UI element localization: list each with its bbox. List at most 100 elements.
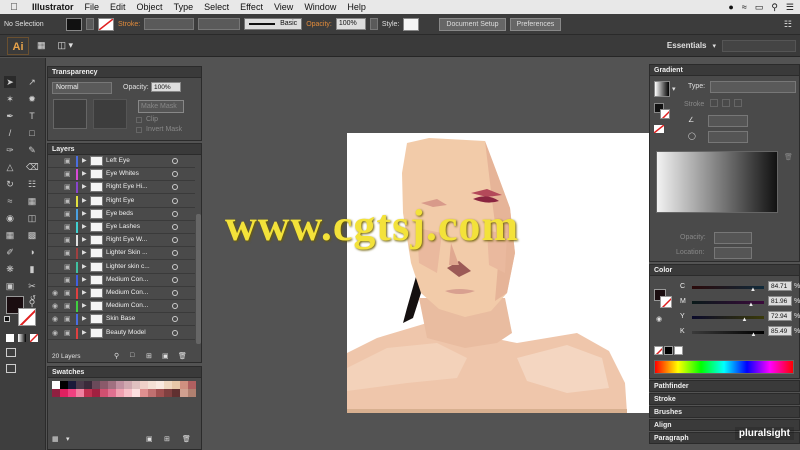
swatch-cell[interactable] (52, 389, 60, 397)
white-color-chip[interactable] (674, 346, 683, 355)
swatch-cell[interactable] (140, 381, 148, 389)
layer-target-icon[interactable] (172, 171, 178, 178)
expand-triangle-icon[interactable]: ▶ (82, 197, 87, 204)
slider-thumb-icon[interactable]: ▲ (748, 302, 754, 308)
layer-row[interactable]: ▣ ▶ Left Eye (48, 155, 195, 168)
stroke-gradient-option-3[interactable] (734, 99, 742, 107)
none-mode-icon[interactable] (30, 334, 38, 342)
draw-mode-icon[interactable] (6, 348, 16, 357)
swatch-cell[interactable] (164, 389, 172, 397)
swatch-cell[interactable] (172, 389, 180, 397)
swatch-cell[interactable] (84, 381, 92, 389)
none-color-chip[interactable] (654, 346, 663, 355)
swatch-cell[interactable] (156, 389, 164, 397)
stroke-gradient-option-2[interactable] (722, 99, 730, 107)
slice-tool-icon[interactable]: ✂ (26, 280, 38, 292)
rotate-tool-icon[interactable]: ↻ (4, 178, 16, 190)
lock-icon[interactable]: ▣ (64, 302, 71, 310)
apple-icon[interactable]:  (8, 2, 20, 13)
gradient-tool-icon[interactable]: ▩ (26, 229, 38, 241)
new-sublayer-icon[interactable]: ⊞ (146, 352, 152, 360)
layer-target-icon[interactable] (172, 237, 178, 244)
layer-name[interactable]: Medium Con... (106, 276, 148, 283)
slider-thumb-icon[interactable]: ▲ (742, 317, 748, 323)
lock-icon[interactable]: ▣ (64, 210, 71, 218)
layer-row[interactable]: ▣ ▶ Medium Con... (48, 273, 195, 287)
channel-value-field[interactable]: 85.49 (768, 326, 792, 336)
layer-row[interactable]: ▣ ▶ Right Eye Hi... (48, 181, 195, 195)
expand-triangle-icon[interactable]: ▶ (82, 210, 87, 217)
swatch-cell[interactable] (116, 389, 124, 397)
gradient-aspect-field[interactable] (708, 131, 748, 143)
mesh-tool-icon[interactable]: ▦ (4, 229, 16, 241)
visibility-eye-icon[interactable]: ◉ (52, 289, 58, 297)
transparency-opacity-field[interactable]: 100% (151, 82, 181, 92)
layer-name[interactable]: Left Eye (106, 157, 130, 164)
menu-view[interactable]: View (274, 2, 293, 12)
layer-target-icon[interactable] (172, 184, 178, 191)
blend-mode-dropdown[interactable]: Normal (52, 82, 112, 94)
type-tool-icon[interactable]: T (26, 110, 38, 122)
lock-icon[interactable]: ▣ (64, 315, 71, 323)
variable-width-dropdown[interactable] (198, 18, 241, 30)
canvas-area[interactable] (205, 58, 649, 450)
layer-row[interactable]: ◉ ▣ ▶ Medium Con... (48, 300, 195, 314)
transparency-panel-title[interactable]: Transparency (48, 67, 201, 78)
arrange-documents-icon[interactable]: ◫ ▾ (58, 40, 74, 51)
color-mode-icon[interactable] (6, 334, 14, 342)
chevron-down-icon[interactable]: ▾ (712, 42, 716, 50)
artboard[interactable] (347, 133, 649, 413)
layer-name[interactable]: Medium Con... (106, 289, 148, 296)
invert-mask-checkbox[interactable] (136, 127, 142, 133)
swatches-panel-title[interactable]: Swatches (48, 367, 201, 378)
expand-triangle-icon[interactable]: ▶ (82, 302, 87, 309)
lock-icon[interactable]: ▣ (64, 289, 71, 297)
out-of-gamut-icon[interactable]: ◉ (656, 315, 662, 323)
expand-triangle-icon[interactable]: ▶ (82, 289, 87, 296)
preferences-button[interactable]: Preferences (509, 17, 562, 31)
paintbrush-tool-icon[interactable]: ✑ (4, 144, 16, 156)
layer-name[interactable]: Skin Base (106, 315, 135, 322)
fill-dropdown[interactable] (86, 18, 94, 30)
shape-builder-tool-icon[interactable]: ◉ (4, 212, 16, 224)
gradient-angle-field[interactable] (708, 115, 748, 127)
gradient-panel-title[interactable]: Gradient (650, 65, 799, 76)
gradient-preview-chevron-icon[interactable]: ▾ (672, 85, 676, 93)
swatch-cell[interactable] (188, 381, 196, 389)
menu-type[interactable]: Type (174, 2, 194, 12)
layer-name[interactable]: Eye Lashes (106, 223, 140, 230)
symbol-sprayer-tool-icon[interactable]: ❋ (4, 263, 16, 275)
layer-target-icon[interactable] (172, 197, 178, 204)
layer-row[interactable]: ▣ ▶ Eye beds (48, 207, 195, 221)
channel-value-field[interactable]: 72.94 (768, 311, 792, 321)
layer-row[interactable]: ◉ ▣ ▶ Beauty Model (48, 326, 195, 340)
delete-swatch-icon[interactable]: 🗑 (182, 435, 191, 443)
swatch-cell[interactable] (108, 389, 116, 397)
swatch-cell[interactable] (124, 381, 132, 389)
swatch-cell[interactable] (84, 389, 92, 397)
gradient-location-field[interactable] (714, 247, 752, 259)
menu-file[interactable]: File (85, 2, 100, 12)
column-graph-tool-icon[interactable]: ▮ (26, 263, 38, 275)
angle-icon[interactable]: ∠ (688, 116, 694, 124)
layer-name[interactable]: Lighter skin c... (106, 263, 150, 270)
menu-object[interactable]: Object (137, 2, 163, 12)
aspect-ratio-icon[interactable]: ◯ (688, 132, 696, 140)
layer-row[interactable]: ▣ ▶ Eye Whites (48, 168, 195, 182)
channel-value-field[interactable]: 84.71 (768, 281, 792, 291)
menu-edit[interactable]: Edit (110, 2, 126, 12)
battery-icon[interactable]: ▭ (755, 2, 764, 13)
selection-tool-icon[interactable]: ➤ (4, 76, 16, 88)
layer-target-icon[interactable] (172, 224, 178, 230)
swatch-cell[interactable] (148, 389, 156, 397)
notification-list-icon[interactable]: ☰ (786, 2, 794, 13)
stroke-swatch[interactable] (98, 17, 114, 31)
swatch-cell[interactable] (76, 381, 84, 389)
layer-target-icon[interactable] (172, 303, 178, 310)
lock-icon[interactable]: ▣ (64, 197, 71, 205)
screen-mode-icon[interactable] (6, 364, 16, 373)
artboard-tool-icon[interactable]: ▣ (4, 280, 16, 292)
align-options-icon[interactable]: ☷ (784, 19, 792, 30)
mask-thumbnail-left[interactable] (53, 99, 87, 129)
layer-row[interactable]: ◉ ▣ ▶ Skin Base (48, 313, 195, 327)
